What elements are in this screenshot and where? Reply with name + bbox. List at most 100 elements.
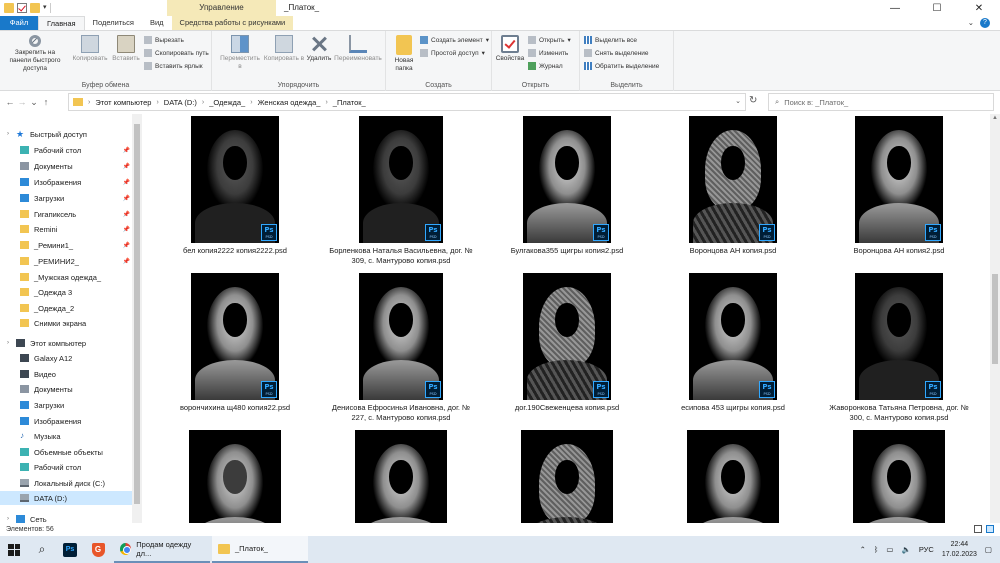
scroll-up-icon[interactable]: ▲ bbox=[992, 115, 998, 121]
file-tile[interactable]: Ps PSD Жаворонкова Татьяна Петровна, дог. … bbox=[824, 273, 974, 423]
file-tile[interactable]: Ps PSD Булгакова355 щигры копия2.psd bbox=[492, 116, 642, 256]
up-arrow-icon[interactable]: ↑ bbox=[40, 97, 52, 107]
maximize-button[interactable]: ☐ bbox=[916, 0, 958, 16]
copy-to-button[interactable]: Копировать в bbox=[262, 35, 306, 63]
chrome-taskbar-button[interactable]: Продам одежду дл... bbox=[114, 536, 210, 563]
file-tile[interactable]: Ps PSD Денисова Ефросинья Ивановна, дог. №… bbox=[326, 273, 476, 423]
file-tile[interactable] bbox=[824, 430, 974, 523]
tab-file[interactable]: Файл bbox=[0, 16, 38, 30]
large-icons-view-icon[interactable] bbox=[986, 525, 994, 533]
copy-path-button[interactable]: Скопировать путь bbox=[144, 49, 209, 57]
nav-item-remini1[interactable]: _Ремини1_ 📌 bbox=[0, 238, 132, 252]
nav-item-pc-pictures[interactable]: Изображения bbox=[0, 414, 132, 428]
easy-access-button[interactable]: Простой доступ ▾ bbox=[420, 49, 485, 57]
nav-item-clothing2[interactable]: _Одежда_2 bbox=[0, 301, 132, 315]
minimize-button[interactable]: — bbox=[874, 0, 916, 16]
breadcrumb-this-pc[interactable]: Этот компьютер bbox=[95, 98, 151, 107]
new-folder-quick-icon[interactable] bbox=[30, 3, 40, 13]
nav-quick-access[interactable]: › ★ Быстрый доступ bbox=[0, 127, 132, 141]
address-bar[interactable]: › Этот компьютер › DATA (D:) › _Одежда_ … bbox=[68, 93, 746, 111]
file-tile[interactable] bbox=[326, 430, 476, 523]
nav-item-drive-d[interactable]: DATA (D:) bbox=[0, 491, 132, 505]
tab-picture-tools[interactable]: Средства работы с рисунками bbox=[171, 16, 294, 30]
bluetooth-icon[interactable]: ᛒ bbox=[874, 545, 879, 554]
nav-item-pc-desktop[interactable]: Рабочий стол bbox=[0, 460, 132, 474]
file-tile[interactable]: Ps PSD Воронцова АН копия2.psd bbox=[824, 116, 974, 256]
invert-selection-button[interactable]: Обратить выделение bbox=[584, 62, 659, 70]
nav-item-desktop[interactable]: Рабочий стол 📌 bbox=[0, 143, 132, 157]
move-to-button[interactable]: Переместить в bbox=[218, 35, 262, 71]
file-tile[interactable]: Ps PSD бел копия2222 копия2222.psd bbox=[160, 116, 310, 256]
refresh-icon[interactable]: ↻ bbox=[749, 95, 757, 106]
nav-item-remini[interactable]: Remini 📌 bbox=[0, 222, 132, 236]
nav-item-drive-c[interactable]: Локальный диск (C:) bbox=[0, 476, 132, 490]
nav-item-remini2[interactable]: _РЕМИНИ2_ 📌 bbox=[0, 254, 132, 268]
cut-button[interactable]: Вырезать bbox=[144, 36, 184, 44]
forward-arrow-icon[interactable]: → bbox=[16, 97, 28, 107]
taskbar-search-button[interactable]: ⌕ bbox=[28, 536, 56, 563]
rename-button[interactable]: Переименовать bbox=[332, 35, 384, 63]
new-item-button[interactable]: Создать элемент ▾ bbox=[420, 36, 489, 44]
clock[interactable]: 22:44 17.02.2023 bbox=[942, 540, 977, 560]
address-dropdown-icon[interactable]: ⌄ bbox=[735, 97, 741, 105]
paste-button[interactable]: Вставить bbox=[110, 35, 142, 63]
file-tile[interactable]: Ps PSD Воронцова АН копия.psd bbox=[658, 116, 808, 256]
content-scrollbar[interactable]: ▲ bbox=[990, 114, 1000, 523]
back-arrow-icon[interactable]: ← bbox=[4, 97, 16, 107]
history-button[interactable]: Журнал bbox=[528, 62, 563, 70]
file-tile[interactable]: Ps PSD дог.190Свеженцева копия.psd bbox=[492, 273, 642, 413]
nav-item-music[interactable]: ♪ Музыка bbox=[0, 429, 132, 443]
tab-share[interactable]: Поделиться bbox=[85, 16, 142, 30]
network-status-icon[interactable]: ▭ bbox=[886, 545, 893, 554]
file-tile[interactable] bbox=[658, 430, 808, 523]
open-button[interactable]: Открыть ▾ bbox=[528, 36, 571, 44]
shield-app-taskbar-button[interactable]: G bbox=[84, 536, 112, 563]
nav-item-pc-documents[interactable]: Документы bbox=[0, 382, 132, 396]
expand-ribbon-icon[interactable]: ⌄ bbox=[968, 16, 974, 30]
show-hidden-icons-icon[interactable]: ⌃ bbox=[860, 545, 866, 554]
breadcrumb-headscarf[interactable]: _Платок_ bbox=[333, 98, 366, 107]
breadcrumb-drive-d[interactable]: DATA (D:) bbox=[164, 98, 197, 107]
tab-home[interactable]: Главная bbox=[38, 16, 85, 30]
nav-scrollbar[interactable] bbox=[132, 114, 142, 523]
file-tile[interactable] bbox=[160, 430, 310, 523]
explorer-taskbar-button[interactable]: _Платок_ bbox=[212, 536, 308, 563]
content-scrollbar-thumb[interactable] bbox=[992, 274, 998, 364]
pin-quick-access-button[interactable]: Закрепить на панели быстрого доступа bbox=[4, 35, 66, 73]
new-folder-button[interactable]: Новая папка bbox=[390, 35, 418, 73]
nav-item-galaxy[interactable]: Galaxy A12 bbox=[0, 351, 132, 365]
properties-button[interactable]: Свойства bbox=[494, 35, 526, 63]
nav-this-pc[interactable]: › Этот компьютер bbox=[0, 336, 132, 350]
close-button[interactable]: ✕ bbox=[958, 0, 1000, 16]
language-indicator[interactable]: РУС bbox=[919, 545, 934, 554]
select-none-button[interactable]: Снять выделение bbox=[584, 49, 649, 57]
nav-item-downloads[interactable]: Загрузки 📌 bbox=[0, 191, 132, 205]
recent-locations-chevron-icon[interactable]: ⌄ bbox=[28, 97, 40, 108]
file-tile[interactable]: Ps PSD есипова 453 щигры копия.psd bbox=[658, 273, 808, 413]
file-tile[interactable]: Ps PSD Борленкова Наталья Васильевна, дог.… bbox=[326, 116, 476, 266]
customize-toolbar-caret-icon[interactable]: ▾ bbox=[43, 3, 47, 13]
nav-item-3d-objects[interactable]: Объемные объекты bbox=[0, 445, 132, 459]
copy-button[interactable]: Копировать bbox=[70, 35, 110, 63]
edit-button[interactable]: Изменить bbox=[528, 49, 568, 57]
nav-item-mens-clothing[interactable]: _Мужская одежда_ bbox=[0, 270, 132, 284]
delete-button[interactable]: Удалить bbox=[304, 35, 334, 63]
breadcrumb-womens-clothing[interactable]: Женская одежда_ bbox=[258, 98, 321, 107]
details-view-icon[interactable] bbox=[974, 525, 982, 533]
file-tile[interactable]: Ps PSD ворончихина щ480 копия22.psd bbox=[160, 273, 310, 413]
nav-item-documents[interactable]: Документы 📌 bbox=[0, 159, 132, 173]
nav-item-pictures[interactable]: Изображения 📌 bbox=[0, 175, 132, 189]
nav-item-videos[interactable]: Видео bbox=[0, 367, 132, 381]
paste-shortcut-button[interactable]: Вставить ярлык bbox=[144, 62, 203, 70]
start-button[interactable] bbox=[0, 536, 28, 563]
file-tile[interactable] bbox=[492, 430, 642, 523]
help-icon[interactable]: ? bbox=[980, 18, 990, 28]
volume-icon[interactable]: 🔈 bbox=[901, 545, 910, 554]
nav-item-pc-downloads[interactable]: Загрузки bbox=[0, 398, 132, 412]
nav-item-clothing3[interactable]: _Одежда 3 bbox=[0, 285, 132, 299]
breadcrumb-clothing[interactable]: _Одежда_ bbox=[209, 98, 245, 107]
select-all-button[interactable]: Выделить все bbox=[584, 36, 637, 44]
nav-scrollbar-thumb[interactable] bbox=[134, 124, 140, 504]
properties-quick-icon[interactable] bbox=[17, 3, 27, 13]
photoshop-taskbar-button[interactable]: Ps bbox=[56, 536, 84, 563]
